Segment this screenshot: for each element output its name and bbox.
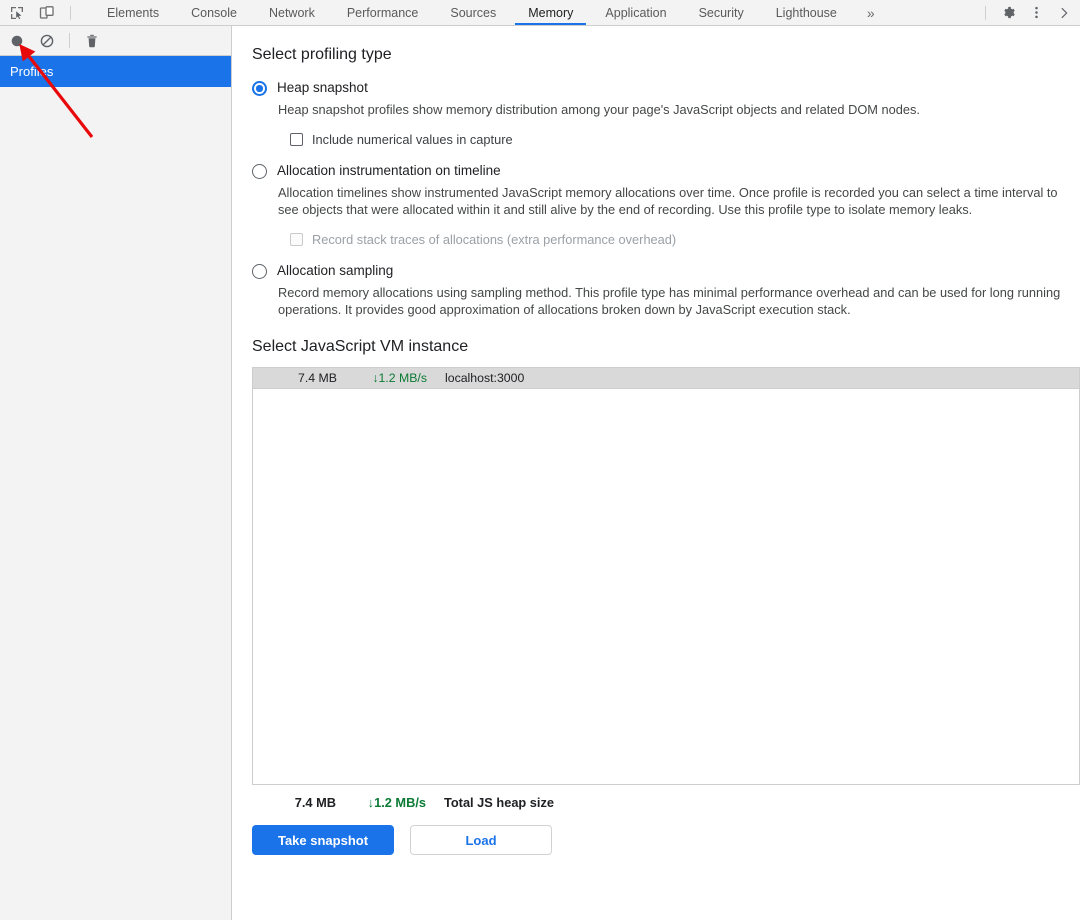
tab-lighthouse[interactable]: Lighthouse (760, 0, 853, 25)
total-rate: ↓1.2 MB/s (336, 795, 426, 810)
clear-button[interactable] (37, 31, 57, 51)
tab-network[interactable]: Network (253, 0, 331, 25)
profiling-type-title: Select profiling type (252, 46, 1080, 64)
devtools-right-tools (977, 0, 1080, 25)
gear-icon[interactable] (999, 4, 1017, 22)
action-buttons: Take snapshot Load (252, 825, 1080, 855)
option-label: Allocation sampling (277, 263, 393, 279)
tab-label: Memory (528, 6, 573, 20)
radio-allocation-instrumentation[interactable] (252, 164, 267, 179)
device-toolbar-icon[interactable] (38, 4, 56, 22)
option-description: Heap snapshot profiles show memory distr… (278, 101, 1073, 118)
vm-rate-value: 1.2 MB/s (378, 371, 427, 385)
tab-label: Lighthouse (776, 6, 837, 20)
vm-name: localhost:3000 (427, 371, 524, 385)
tab-label: Elements (107, 6, 159, 20)
tab-elements[interactable]: Elements (91, 0, 175, 25)
delete-button[interactable] (82, 31, 102, 51)
vm-instance-list[interactable]: 7.4 MB ↓1.2 MB/s localhost:3000 (252, 367, 1080, 785)
checkbox-include-numerical-values[interactable] (290, 133, 303, 146)
option-heap-snapshot[interactable]: Heap snapshot (252, 80, 1080, 96)
memory-main-panel: Select profiling type Heap snapshot Heap… (233, 26, 1080, 920)
vm-total-row: 7.4 MB ↓1.2 MB/s Total JS heap size (252, 795, 1080, 810)
chevron-right-icon[interactable] (1055, 4, 1073, 22)
tab-console[interactable]: Console (175, 0, 253, 25)
vm-size: 7.4 MB (253, 371, 337, 385)
tab-memory[interactable]: Memory (512, 0, 589, 25)
profiling-options: Heap snapshot Heap snapshot profiles sho… (252, 80, 1080, 318)
option-label: Allocation instrumentation on timeline (277, 163, 501, 179)
tab-label: Performance (347, 6, 419, 20)
tab-label: Sources (450, 6, 496, 20)
inspector-tools (0, 0, 81, 25)
checkbox-record-stack-traces (290, 233, 303, 246)
radio-allocation-sampling[interactable] (252, 264, 267, 279)
total-size: 7.4 MB (252, 795, 336, 810)
more-tabs-icon[interactable]: » (853, 0, 889, 25)
tab-label: Network (269, 6, 315, 20)
tab-label: Application (605, 6, 666, 20)
toolbar-divider (70, 6, 71, 20)
take-snapshot-button[interactable]: Take snapshot (252, 825, 394, 855)
vm-instance-title: Select JavaScript VM instance (252, 338, 1080, 356)
tab-application[interactable]: Application (589, 0, 682, 25)
right-divider (985, 6, 986, 20)
profiles-list: Profiles (0, 56, 231, 87)
option-description: Allocation timelines show instrumented J… (278, 184, 1073, 218)
record-button[interactable] (7, 31, 27, 51)
total-label: Total JS heap size (426, 795, 554, 810)
sidebar-toolbar (0, 26, 231, 56)
devtools-window: Elements Console Network Performance Sou… (0, 0, 1080, 920)
vm-rate: ↓1.2 MB/s (337, 371, 427, 385)
kebab-menu-icon[interactable] (1027, 4, 1045, 22)
checkbox-record-stack-traces-row: Record stack traces of allocations (extr… (290, 232, 1080, 247)
option-allocation-sampling[interactable]: Allocation sampling (252, 263, 1080, 279)
option-description: Record memory allocations using sampling… (278, 284, 1073, 318)
load-button[interactable]: Load (410, 825, 552, 855)
tab-label: Security (699, 6, 744, 20)
total-rate-value: 1.2 MB/s (374, 795, 426, 810)
tab-security[interactable]: Security (683, 0, 760, 25)
inspect-element-icon[interactable] (8, 4, 26, 22)
vm-instance-row[interactable]: 7.4 MB ↓1.2 MB/s localhost:3000 (253, 368, 1079, 389)
tab-sources[interactable]: Sources (434, 0, 512, 25)
panel-tabs: Elements Console Network Performance Sou… (91, 0, 889, 25)
vm-list-body (253, 389, 1079, 784)
memory-sidebar: Profiles (0, 26, 232, 920)
tab-performance[interactable]: Performance (331, 0, 435, 25)
sidebar-item-label: Profiles (10, 64, 53, 79)
checkbox-label: Include numerical values in capture (312, 132, 513, 147)
checkbox-include-numerical-values-row[interactable]: Include numerical values in capture (290, 132, 1080, 147)
option-label: Heap snapshot (277, 80, 368, 96)
checkbox-label: Record stack traces of allocations (extr… (312, 232, 676, 247)
sidebar-item-profiles[interactable]: Profiles (0, 56, 231, 87)
option-allocation-instrumentation[interactable]: Allocation instrumentation on timeline (252, 163, 1080, 179)
radio-heap-snapshot[interactable] (252, 81, 267, 96)
sidebar-toolbar-divider (69, 33, 70, 48)
tab-label: Console (191, 6, 237, 20)
devtools-tab-bar: Elements Console Network Performance Sou… (0, 0, 1080, 26)
